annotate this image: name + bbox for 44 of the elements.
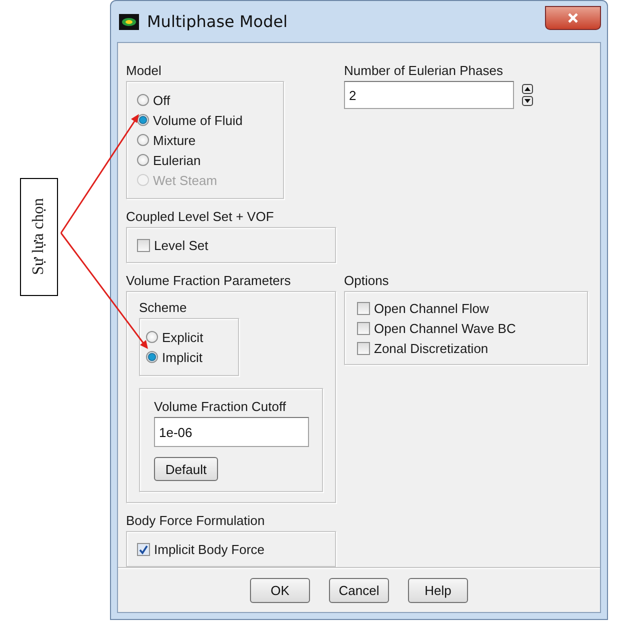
checkbox[interactable] bbox=[357, 322, 370, 334]
callout-label: Sự lựa chọn bbox=[20, 178, 58, 296]
dialog-button[interactable]: Cancel bbox=[329, 578, 389, 603]
checkbox[interactable] bbox=[137, 238, 150, 252]
radio-button[interactable] bbox=[137, 134, 149, 146]
radio-label: Volume of Fluid bbox=[153, 112, 243, 128]
input-field[interactable]: 1e-06 bbox=[154, 417, 309, 447]
group-label: Scheme bbox=[139, 300, 188, 316]
default-button[interactable]: Default bbox=[154, 457, 218, 481]
radio-button[interactable] bbox=[137, 154, 149, 166]
close-button[interactable] bbox=[545, 6, 601, 30]
group-label: Coupled Level Set + VOF bbox=[126, 209, 275, 225]
radio-button[interactable] bbox=[146, 331, 158, 343]
group-label: Body Force Formulation bbox=[126, 513, 266, 529]
radio-button[interactable] bbox=[146, 351, 158, 363]
radio-label: Mixture bbox=[153, 132, 196, 148]
checkbox[interactable] bbox=[137, 542, 150, 556]
spin-down-icon[interactable] bbox=[522, 96, 533, 106]
checkbox-label: Open Channel Wave BC bbox=[374, 320, 516, 336]
checkbox-label: Implicit Body Force bbox=[154, 542, 265, 556]
close-icon bbox=[567, 12, 579, 24]
group-label: Volume Fraction Parameters bbox=[126, 273, 292, 289]
radio-button[interactable] bbox=[137, 114, 149, 126]
group-label: Model bbox=[126, 63, 162, 79]
radio-label: Wet Steam bbox=[153, 172, 218, 188]
radio-label: Explicit bbox=[162, 330, 204, 344]
checkbox-label: Open Channel Flow bbox=[374, 300, 489, 316]
spin-up-icon[interactable] bbox=[522, 84, 533, 94]
input-field[interactable]: 2 bbox=[344, 81, 514, 109]
radio-label: Eulerian bbox=[153, 152, 201, 168]
field-label: Volume Fraction Cutoff bbox=[154, 399, 287, 415]
checkbox-label: Zonal Discretization bbox=[374, 340, 488, 356]
group-label: Options bbox=[344, 273, 390, 289]
radio-button[interactable] bbox=[137, 94, 149, 106]
field-label: Number of Eulerian Phases bbox=[344, 63, 504, 79]
dialog-button[interactable]: Help bbox=[408, 578, 468, 603]
dialog-button[interactable]: OK bbox=[250, 578, 310, 603]
app-icon bbox=[119, 14, 139, 30]
radio-label: Implicit bbox=[162, 350, 202, 364]
window-title: Multiphase Model bbox=[147, 12, 288, 31]
checkbox[interactable] bbox=[357, 302, 370, 314]
checkbox-label: Level Set bbox=[154, 238, 208, 252]
checkbox[interactable] bbox=[357, 342, 370, 354]
radio-label: Off bbox=[153, 92, 170, 108]
